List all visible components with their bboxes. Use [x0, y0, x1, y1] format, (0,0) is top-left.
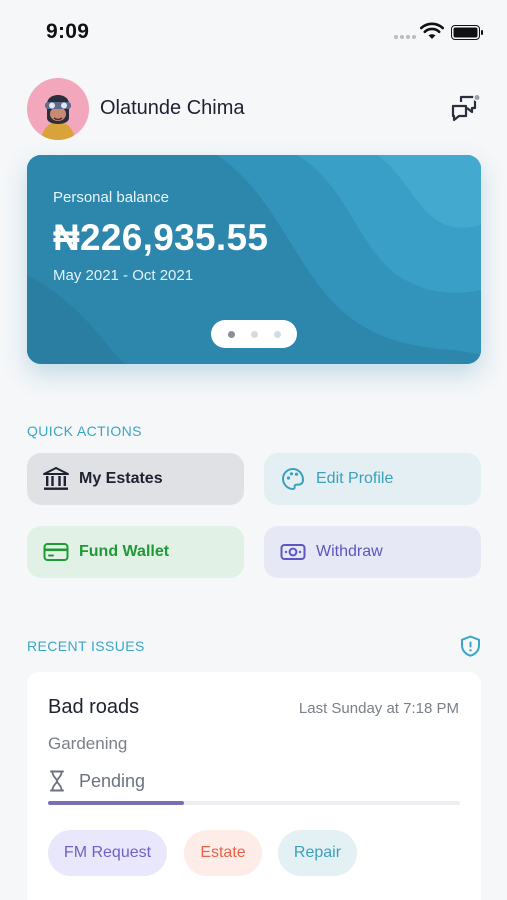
my-estates-button[interactable]: My Estates	[27, 453, 244, 505]
balance-amount: ₦226,935.55	[53, 217, 269, 258]
tag-repair[interactable]: Repair	[278, 830, 357, 876]
pager-dot[interactable]	[227, 330, 235, 338]
tag-estate[interactable]: Estate	[184, 830, 262, 876]
chat-icon[interactable]	[450, 93, 482, 125]
card-pager[interactable]	[211, 320, 297, 348]
issue-title: Bad roads	[48, 696, 140, 718]
battery-icon	[451, 25, 483, 40]
balance-card[interactable]: Personal balance ₦226,935.55 May 2021 - …	[27, 155, 481, 364]
edit-profile-button[interactable]: Edit Profile	[264, 453, 481, 505]
home-screen: 9:09 Olatunde Chima Personal balance ₦22…	[0, 0, 507, 900]
palette-icon	[280, 466, 306, 492]
hourglass-icon	[50, 770, 64, 792]
user-name: Olatunde Chima	[100, 97, 245, 119]
recent-issues-title: RECENT ISSUES	[27, 638, 145, 654]
status-bar: 9:09	[0, 0, 507, 62]
fund-wallet-label: Fund Wallet	[79, 543, 170, 560]
fund-wallet-button[interactable]: Fund Wallet	[27, 526, 244, 578]
balance-label: Personal balance	[53, 189, 169, 206]
pager-dot[interactable]	[273, 330, 281, 338]
withdraw-label: Withdraw	[316, 543, 383, 560]
withdraw-button[interactable]: Withdraw	[264, 526, 481, 578]
cash-icon	[280, 539, 306, 565]
issue-category: Gardening	[48, 734, 128, 753]
issue-progress-fill	[48, 801, 184, 805]
edit-profile-label: Edit Profile	[316, 470, 394, 487]
issue-time: Last Sunday at 7:18 PM	[298, 700, 459, 717]
quick-actions-title: QUICK ACTIONS	[27, 423, 142, 439]
tag-fm-request[interactable]: FM Request	[48, 830, 167, 876]
issue-progress-bar	[48, 801, 460, 805]
avatar[interactable]	[27, 78, 89, 140]
issue-status: Pending	[79, 771, 146, 791]
avatar-image	[27, 78, 89, 140]
bank-icon	[43, 466, 69, 492]
card-icon	[43, 539, 69, 565]
status-time: 9:09	[46, 20, 90, 43]
pager-dot[interactable]	[250, 330, 258, 338]
issue-card[interactable]: Bad roads Last Sunday at 7:18 PM Gardeni…	[27, 672, 481, 900]
my-estates-label: My Estates	[79, 470, 163, 487]
balance-period: May 2021 - Oct 2021	[53, 267, 194, 284]
signal-icon	[394, 35, 416, 39]
wifi-icon	[420, 22, 444, 39]
shield-icon[interactable]	[460, 635, 481, 657]
